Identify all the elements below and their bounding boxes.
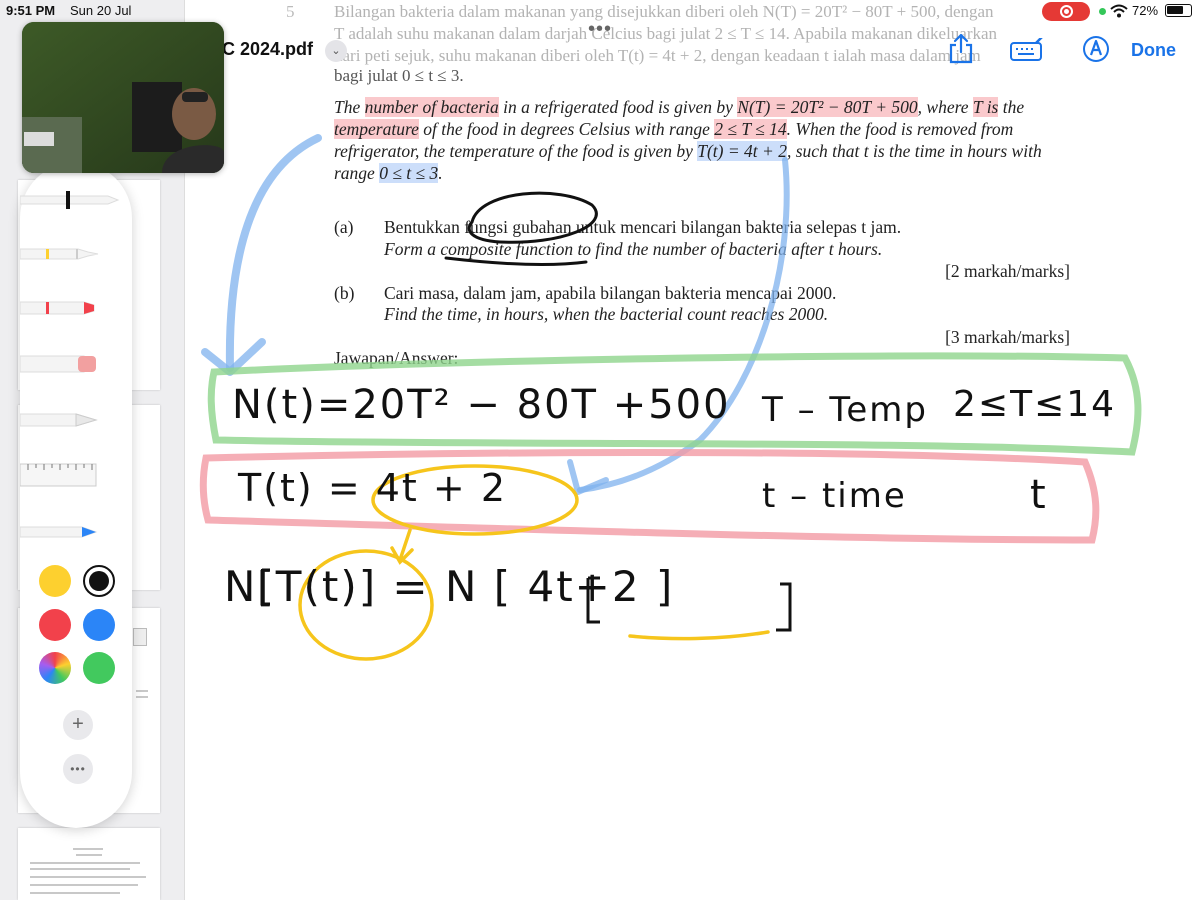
black-color-swatch[interactable] — [83, 565, 115, 597]
eraser-tool[interactable] — [19, 344, 132, 384]
part-a-malay: Bentukkan fungsi gubahan untuk mencari b… — [384, 217, 902, 237]
pen-tool[interactable] — [19, 180, 132, 220]
status-date: Sun 20 Jul — [70, 3, 132, 18]
answer-label: Jawapan/Answer: — [334, 348, 459, 368]
wifi-icon — [1110, 4, 1128, 18]
ipad-screen: 5 Bilangan bakteria dalam makanan yang d… — [0, 0, 1200, 900]
color-picker-icon[interactable] — [39, 652, 71, 684]
fountain-pen-tool[interactable] — [19, 512, 132, 552]
question-paragraph: The number of bacteria in a refrigerated… — [334, 97, 1042, 183]
add-icon[interactable]: + — [63, 710, 93, 740]
red-color-swatch[interactable] — [39, 609, 71, 641]
handwriting-line1-equation: N(t)=20T² − 80T +500 — [232, 382, 731, 428]
status-bar: 9:51 PM Sun 20 Jul 72% — [0, 0, 1200, 22]
pencil-tool[interactable] — [19, 400, 132, 440]
handwriting-line1-range: 2≤T≤14 — [953, 384, 1117, 425]
highlight: 2 ≤ T ≤ 14 — [714, 119, 787, 139]
monoline-tool[interactable] — [19, 234, 132, 274]
ruler-tool[interactable] — [19, 454, 132, 494]
webcam-feed-image — [22, 22, 224, 173]
handwriting-line2-variable: t — [1030, 472, 1048, 518]
screen-recording-icon[interactable] — [1042, 2, 1090, 21]
status-time: 9:51 PM — [6, 3, 56, 18]
document-title[interactable]: C 2024.pdf — [222, 39, 313, 60]
highlight: number of bacteria — [364, 97, 499, 117]
video-call-preview[interactable] — [22, 22, 224, 173]
highlight: T is — [972, 97, 999, 117]
part-b-english: Find the time, in hours, when the bacter… — [384, 304, 829, 324]
part-a-marks: [2 markah/marks] — [945, 261, 1070, 281]
handwriting-line2-equation: T(t) = 4t + 2 — [238, 466, 508, 510]
highlight: 0 ≤ t ≤ 3 — [379, 163, 439, 183]
markup-toolbar: + ••• — [19, 162, 132, 828]
part-a-english: Form a composite function to find the nu… — [384, 239, 883, 259]
green-color-swatch[interactable] — [83, 652, 115, 684]
chevron-down-icon[interactable]: ⌄ — [325, 40, 347, 62]
handwriting-line1-note: T – Temp — [762, 390, 928, 430]
keyboard-icon[interactable] — [1010, 38, 1046, 62]
more-options-icon[interactable]: ••• — [63, 754, 93, 784]
marker-tool[interactable] — [19, 288, 132, 328]
battery-percentage: 72% — [1132, 3, 1159, 18]
part-b-label: (b) — [334, 283, 355, 303]
yellow-color-swatch[interactable] — [39, 565, 71, 597]
markup-pen-icon[interactable] — [1082, 35, 1110, 63]
handwriting-line2-note: t – time — [762, 476, 907, 516]
part-b-marks: [3 markah/marks] — [945, 327, 1070, 347]
part-b-malay: Cari masa, dalam jam, apabila bilangan b… — [384, 283, 837, 303]
blue-color-swatch[interactable] — [83, 609, 115, 641]
battery-icon — [1165, 4, 1192, 17]
highlight: N(T) = 20T² − 80T + 500 — [737, 97, 918, 117]
camera-indicator-icon — [1099, 8, 1106, 15]
handwriting-line3-equation: N[T(t)] = N [ 4t+2 ] — [224, 562, 675, 611]
part-a-label: (a) — [334, 217, 354, 237]
highlight: temperature — [334, 119, 419, 139]
done-button[interactable]: Done — [1131, 40, 1176, 61]
share-icon[interactable] — [948, 32, 974, 64]
highlight: T(t) = 4t + 2 — [697, 141, 787, 161]
